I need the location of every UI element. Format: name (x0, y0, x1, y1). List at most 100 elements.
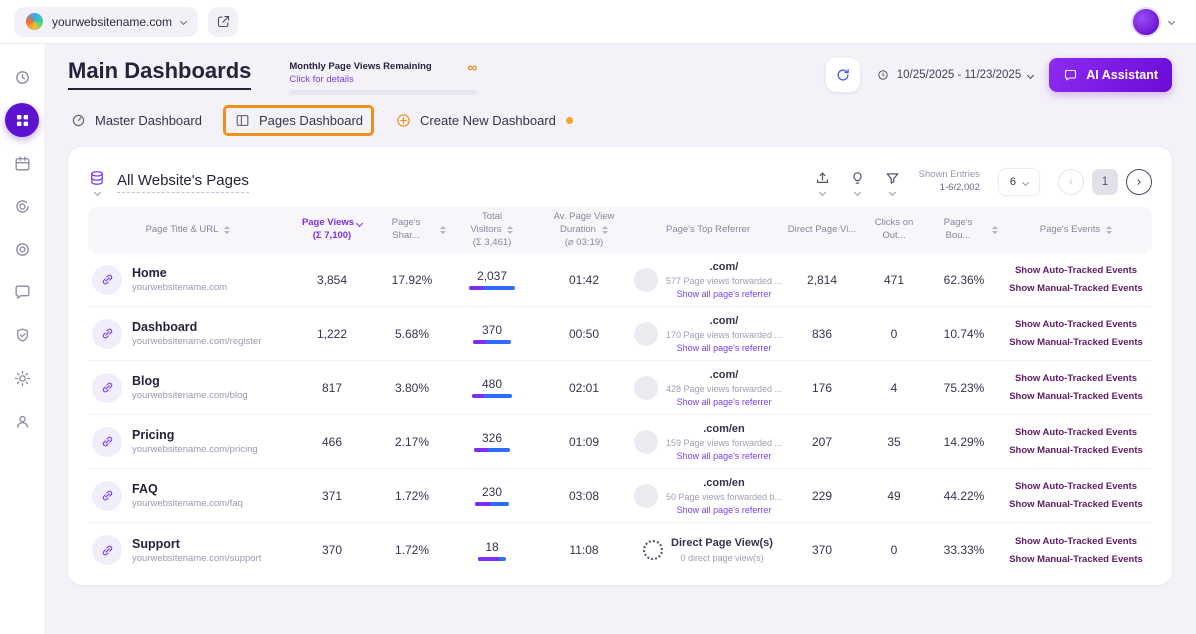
direct-views-value: 836 (784, 327, 860, 341)
col-direct-views-header[interactable]: Direct Page Vi... (784, 220, 860, 241)
page-link-button[interactable] (92, 373, 122, 403)
visitors-value: 2,037 (477, 269, 507, 283)
create-new-dashboard-button[interactable]: Create New Dashboard (395, 112, 573, 129)
outbound-clicks-value: 49 (860, 489, 928, 503)
sort-icon[interactable] (992, 226, 998, 234)
website-selector[interactable]: yourwebsitename.com (14, 7, 198, 37)
show-manual-tracked-events-link[interactable]: Show Manual-Tracked Events (1009, 499, 1143, 510)
show-manual-tracked-events-link[interactable]: Show Manual-Tracked Events (1009, 445, 1143, 456)
sort-icon[interactable] (224, 226, 230, 234)
page-link-button[interactable] (92, 427, 122, 457)
referrer-show-all-link[interactable]: Show all page's referrer (666, 288, 782, 301)
table-row: FAQ yourwebsitename.com/faq 371 1.72% 23… (88, 469, 1152, 523)
show-auto-tracked-events-link[interactable]: Show Auto-Tracked Events (1015, 536, 1137, 547)
page-share-value: 2.17% (376, 435, 448, 449)
tab-master-dashboard[interactable]: Master Dashboard (70, 112, 202, 129)
show-manual-tracked-events-link[interactable]: Show Manual-Tracked Events (1009, 283, 1143, 294)
chevron-down-icon (889, 188, 896, 195)
sidebar-item-goals[interactable] (5, 232, 39, 266)
quota-title: Monthly Page Views Remaining (289, 61, 431, 72)
referrer-show-all-link[interactable]: Show all page's referrer (666, 450, 782, 463)
page-share-value: 1.72% (376, 543, 448, 557)
show-auto-tracked-events-link[interactable]: Show Auto-Tracked Events (1015, 265, 1137, 276)
quota-progress-bar (289, 90, 477, 95)
sort-icon[interactable] (507, 226, 513, 234)
page-link-button[interactable] (92, 481, 122, 511)
referrer-favicon (634, 322, 658, 346)
page-link-button[interactable] (92, 535, 122, 565)
quota-details-link[interactable]: Click for details (289, 74, 353, 85)
page-link-button[interactable] (92, 319, 122, 349)
page-url-text: yourwebsitename.com/faq (132, 498, 243, 509)
ai-assistant-button[interactable]: AI Assistant (1049, 58, 1172, 92)
page-title-text: Support (132, 537, 261, 551)
show-manual-tracked-events-link[interactable]: Show Manual-Tracked Events (1009, 391, 1143, 402)
tab-pages-dashboard[interactable]: Pages Dashboard (234, 112, 363, 129)
show-auto-tracked-events-link[interactable]: Show Auto-Tracked Events (1015, 481, 1137, 492)
col-total-visitors-header[interactable]: Total Visitors (Σ 3,461) (448, 207, 536, 253)
chevron-down-icon (819, 188, 826, 195)
prev-page-button[interactable] (1058, 169, 1084, 195)
tab-pages-label: Pages Dashboard (259, 113, 363, 128)
page-title-text: Blog (132, 374, 248, 388)
visitors-bar (478, 557, 506, 561)
outbound-clicks-value: 471 (860, 273, 928, 287)
referrer-show-all-link[interactable]: Show all page's referrer (666, 396, 782, 409)
sidebar-item-behaviour[interactable] (5, 189, 39, 223)
page-views-value: 817 (288, 381, 376, 395)
col-page-views-header[interactable]: Page Views (Σ 7,100) (288, 213, 376, 247)
show-auto-tracked-events-link[interactable]: Show Auto-Tracked Events (1015, 319, 1137, 330)
database-icon (88, 169, 106, 187)
sidebar-item-dashboards[interactable] (5, 103, 39, 137)
show-manual-tracked-events-link[interactable]: Show Manual-Tracked Events (1009, 554, 1143, 565)
page-size-select[interactable]: 6 (998, 168, 1040, 196)
chevron-down-icon (180, 18, 187, 25)
current-page[interactable]: 1 (1092, 169, 1118, 195)
page-link-button[interactable] (92, 265, 122, 295)
visitors-bar (469, 286, 515, 290)
sidebar-item-communication[interactable] (5, 275, 39, 309)
col-page-title-header[interactable]: Page Title & URL (88, 220, 288, 241)
show-auto-tracked-events-link[interactable]: Show Auto-Tracked Events (1015, 427, 1137, 438)
direct-views-value: 370 (784, 543, 860, 557)
col-bounce-header[interactable]: Page's Bou... (928, 213, 1000, 247)
col-outbound-clicks-header[interactable]: Clicks on Out... (860, 213, 928, 247)
col-events-header[interactable]: Page's Events (1000, 220, 1152, 241)
sort-icon[interactable] (1106, 226, 1112, 234)
user-menu[interactable] (1131, 7, 1182, 37)
sort-icon[interactable] (602, 226, 608, 234)
show-auto-tracked-events-link[interactable]: Show Auto-Tracked Events (1015, 373, 1137, 384)
funnel-icon (884, 170, 901, 187)
col-page-share-header[interactable]: Page's Shar... (376, 213, 448, 247)
sort-icon[interactable] (440, 226, 446, 234)
arrow-right-icon (1133, 176, 1145, 188)
refresh-button[interactable] (826, 58, 860, 92)
referrer-show-all-link[interactable]: Show all page's referrer (666, 504, 782, 517)
table-row: Blog yourwebsitename.com/blog 817 3.80% … (88, 361, 1152, 415)
insights-button[interactable] (849, 170, 866, 195)
next-page-button[interactable] (1126, 169, 1152, 195)
external-link-icon (216, 14, 231, 29)
referrer-detail: 159 Page views forwarded ... (666, 437, 782, 450)
sidebar-item-history[interactable] (5, 60, 39, 94)
open-website-button[interactable] (208, 7, 238, 37)
outbound-clicks-value: 0 (860, 327, 928, 341)
shown-entries-value: 1-6/2,002 (919, 182, 980, 195)
sidebar-item-privacy[interactable] (5, 318, 39, 352)
direct-views-value: 2,814 (784, 273, 860, 287)
date-range-picker[interactable]: 10/25/2025 - 11/23/2025 (876, 68, 1033, 82)
sidebar-item-settings[interactable] (5, 361, 39, 395)
page-views-value: 371 (288, 489, 376, 503)
filter-button[interactable] (884, 170, 901, 195)
page-size-value: 6 (1010, 176, 1016, 188)
show-manual-tracked-events-link[interactable]: Show Manual-Tracked Events (1009, 337, 1143, 348)
col-duration-header[interactable]: Av. Page View Duration (⌀ 03:19) (536, 207, 632, 253)
referrer-show-all-link[interactable]: Show all page's referrer (666, 342, 782, 355)
ai-chat-icon (1063, 68, 1078, 83)
table-type-selector[interactable] (88, 169, 106, 195)
sidebar-item-account[interactable] (5, 404, 39, 438)
sidebar-item-modules[interactable] (5, 146, 39, 180)
dashboards-icon (13, 111, 32, 130)
export-button[interactable] (814, 170, 831, 195)
link-icon (100, 543, 115, 558)
